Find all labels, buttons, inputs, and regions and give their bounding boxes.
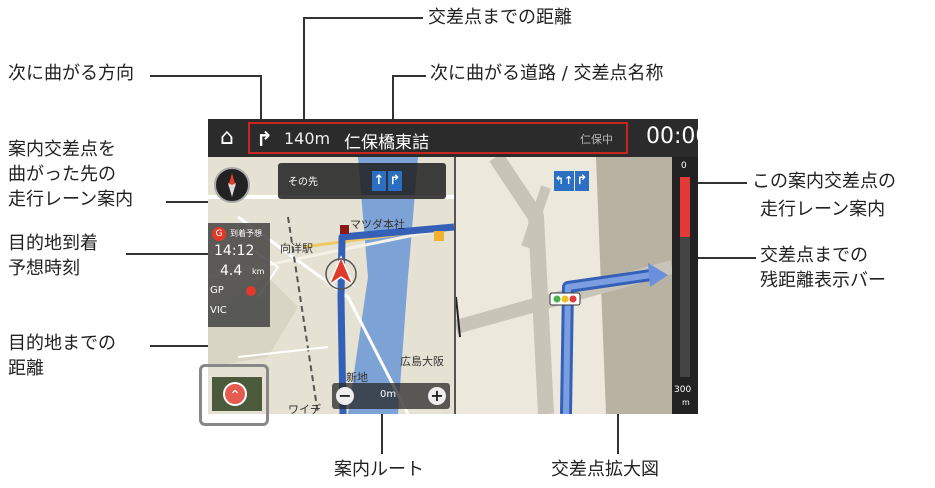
- lane-guidance-after: その先 ↑ ↱: [278, 163, 446, 199]
- label-remaining-bar-1: 交差点までの: [760, 245, 868, 266]
- map-label-mukainada: 向洋駅: [280, 242, 313, 255]
- guidance-info-box: ↱ 140m 仁保橋東詰 仁保中: [248, 122, 628, 154]
- label-intersection-zoom: 交差点拡大図: [551, 459, 659, 480]
- gps-label: GP: [210, 285, 224, 296]
- leader-line: [392, 75, 426, 77]
- map-label-mazda: マツダ本社: [350, 218, 405, 231]
- top-bar: ⌂ ↱ 140m 仁保橋東詰 仁保中 00:00: [208, 119, 698, 157]
- scale-label: 0m: [380, 389, 397, 400]
- leader-line: [303, 17, 305, 135]
- lane-after-label: その先: [288, 177, 318, 188]
- label-dest-distance-2: 距離: [8, 358, 44, 379]
- distance-to-intersection: 140m: [284, 129, 331, 148]
- vics-label: VIC: [210, 305, 227, 316]
- lane-straight-icon: ↑: [372, 171, 386, 191]
- leader-line: [303, 17, 423, 19]
- turn-right-icon: ↱: [256, 127, 273, 151]
- intersection-graphics: [456, 157, 672, 414]
- zoom-out-button[interactable]: −: [336, 387, 354, 405]
- map-label-wide: ワイデ: [288, 403, 321, 414]
- leader-line: [126, 253, 220, 255]
- label-eta-1: 目的地到着: [8, 233, 98, 254]
- label-lane-after-2: 曲がった先の: [8, 164, 116, 185]
- zoom-controls: − 0m +: [332, 383, 450, 409]
- home-icon[interactable]: ⌂: [214, 125, 240, 151]
- lane-right-icon: ↱: [575, 171, 589, 191]
- label-current-lane-2: 走行レーン案内: [760, 199, 886, 220]
- bar-bottom-label: 300: [674, 385, 692, 395]
- remaining-distance: 4.4: [220, 263, 243, 279]
- label-next-road-name: 次に曲がる道路 / 交差点名称: [430, 63, 664, 84]
- intersection-zoom-view: ↰↑ ↱: [454, 157, 672, 414]
- leader-line: [150, 75, 262, 77]
- label-remaining-bar-2: 残距離表示バー: [760, 270, 886, 291]
- label-next-turn-direction: 次に曲がる方向: [8, 63, 134, 84]
- label-lane-after-3: 走行レーン案内: [8, 189, 134, 210]
- clock: 00:00: [646, 124, 698, 149]
- compass-icon[interactable]: [214, 167, 250, 203]
- eta-time: 14:12: [214, 243, 255, 259]
- label-lane-after-1: 案内交差点を: [8, 139, 116, 160]
- label-eta-2: 予想時刻: [8, 258, 80, 279]
- bar-top-label: 0: [681, 161, 687, 171]
- remaining-distance-unit: km: [252, 267, 265, 276]
- label-current-lane-1: この案内交差点の: [752, 171, 896, 192]
- eta-label: 到着予想: [230, 229, 262, 238]
- label-dest-distance-1: 目的地までの: [8, 333, 116, 354]
- label-guide-route: 案内ルート: [334, 459, 424, 480]
- label-distance-to-intersection: 交差点までの距離: [428, 7, 572, 28]
- goal-icon: G: [212, 227, 226, 241]
- gps-status-icon: [246, 286, 256, 296]
- menu-button-highlight: [199, 364, 269, 426]
- lane-left-straight-icon: ↰↑: [554, 171, 574, 191]
- map-label-nihonaka: 仁保中: [580, 133, 613, 146]
- leader-line: [617, 412, 619, 454]
- bar-fill: [680, 177, 690, 237]
- zoom-in-button[interactable]: +: [428, 387, 446, 405]
- road-name: 仁保橋東詰: [344, 133, 429, 153]
- eta-panel: G 到着予想 14:12 4.4 km GP VIC: [208, 223, 270, 327]
- lane-right-icon: ↱: [388, 171, 402, 191]
- remaining-distance-bar: 0 300 m: [672, 157, 698, 414]
- map-label-hiroshima: 広島大阪: [400, 355, 444, 368]
- bar-unit-label: m: [682, 398, 690, 407]
- navigation-screen: マツダ本社 向洋駅 広島大阪 新地 ワイデ G 到着予想 14:12 4.4 k…: [208, 119, 698, 414]
